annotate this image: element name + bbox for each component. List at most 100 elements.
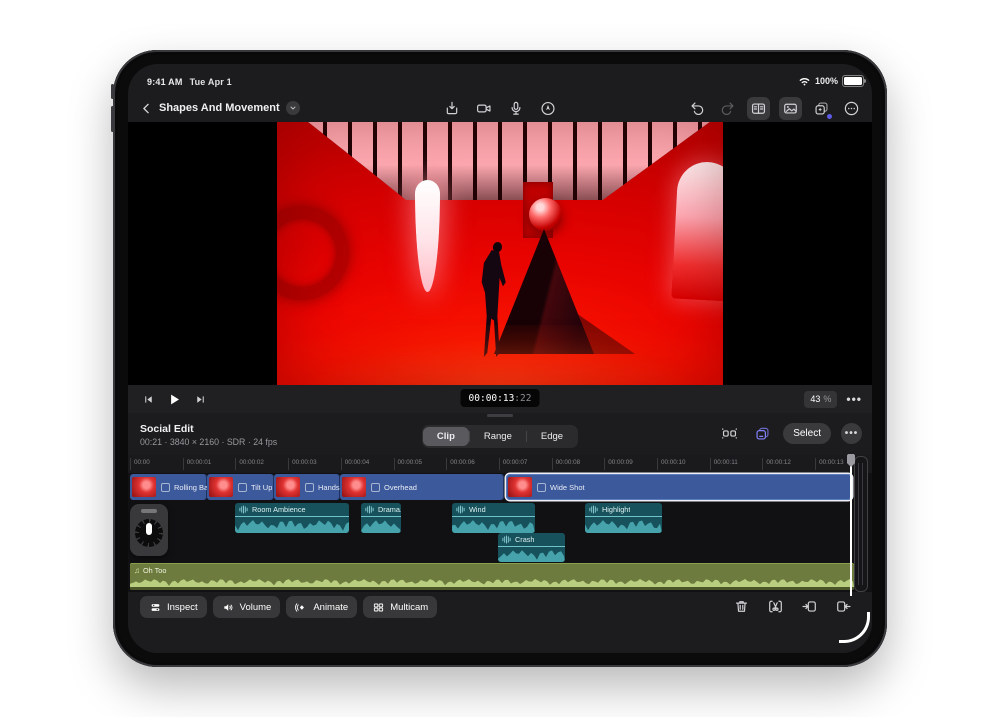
select-button[interactable]: Select	[783, 423, 831, 444]
multicam-button[interactable]: Multicam	[363, 596, 437, 618]
ruler-tick: 00:00:11	[710, 458, 711, 470]
screenshot-stage: 9:41 AMTue Apr 1 100% Shapes And Movemen…	[0, 0, 1000, 717]
video-clip-rolling-ball[interactable]: Rolling Ball	[130, 474, 207, 500]
project-right-controls: Select •••	[719, 423, 862, 444]
trash-icon[interactable]	[731, 596, 752, 617]
nav-left: Shapes And Movement	[140, 94, 300, 122]
ipad-device: 9:41 AMTue Apr 1 100% Shapes And Movemen…	[113, 50, 887, 667]
audio-wave-icon	[502, 535, 511, 544]
edit-mode-segmented-control: ClipRangeEdge	[422, 425, 578, 448]
back-chevron-icon[interactable]	[140, 102, 153, 115]
jog-wheel[interactable]	[130, 504, 168, 556]
viewer-area	[128, 122, 872, 385]
mic-icon[interactable]	[506, 98, 527, 119]
music-note-icon: ♫	[134, 566, 140, 575]
title-chevron-icon[interactable]	[286, 101, 300, 115]
ruler-tick: 00:00:12	[762, 458, 763, 470]
button-label: Multicam	[390, 602, 428, 613]
clip-name: Drama..	[378, 505, 401, 514]
nav-right-icons	[687, 94, 862, 122]
clip-badge-icon	[537, 483, 546, 492]
clip-name: Wind	[469, 505, 486, 514]
status-time: 9:41 AM	[147, 77, 183, 87]
insert-left-icon[interactable]	[799, 596, 820, 617]
music-clip[interactable]: ♫Oh Too	[130, 563, 854, 590]
jog-pointer	[146, 523, 152, 535]
timeline-project-specs: 00:21 · 3840 × 2160 · SDR · 24 fps	[140, 437, 277, 447]
audio-clip-highlight[interactable]: Highlight	[585, 503, 662, 533]
clip-name: Hands	[318, 483, 340, 492]
project-info-bar: Social Edit 00:21 · 3840 × 2160 · SDR · …	[128, 418, 872, 455]
battery-icon	[842, 75, 864, 87]
timecode-display[interactable]: 00:00:13:22	[461, 389, 540, 407]
notification-dot	[827, 114, 832, 119]
audio-clip-room-ambience[interactable]: Room Ambience	[235, 503, 349, 533]
audio-clip-crash[interactable]: Crash	[498, 533, 565, 562]
clip-badge-icon	[238, 483, 247, 492]
bottom-toolbar: Inspect VolumeAnimate Multicam	[128, 592, 872, 653]
ruler-tick: 00:00:01	[183, 458, 184, 470]
timeline-ruler[interactable]: 00:0000:00:0100:00:0200:00:0300:00:0400:…	[128, 455, 872, 474]
video-clip-wide-shot[interactable]: Wide Shot	[506, 474, 852, 500]
play-button[interactable]	[165, 390, 184, 409]
zoom-unit: %	[823, 394, 831, 404]
previous-frame-icon[interactable]	[140, 391, 157, 408]
project-title[interactable]: Shapes And Movement	[159, 102, 280, 114]
clip-thumbnail	[508, 477, 532, 497]
import-icon[interactable]	[442, 98, 463, 119]
magnetic-timeline-icon[interactable]	[719, 423, 740, 444]
clip-name: Room Ambience	[252, 505, 306, 514]
ruler-tick: 00:00:09	[604, 458, 605, 470]
corner-gesture-arc	[839, 612, 870, 643]
timeline-tracks: Rolling Ball Tilt Up HandsOverhead Wide Sho…	[128, 473, 872, 592]
video-clip-tilt-up[interactable]: Tilt Up	[207, 474, 274, 500]
blade-icon[interactable]	[765, 596, 786, 617]
clip-name: Tilt Up	[251, 483, 272, 492]
clip-name: Wide Shot	[550, 483, 585, 492]
transport-right: 43 % •••	[804, 385, 862, 413]
viewer-more-icon[interactable]: •••	[846, 395, 862, 403]
viewer-zoom-button[interactable]: 43 %	[804, 391, 837, 408]
playback-controls	[140, 385, 209, 413]
redo-icon[interactable]	[717, 98, 738, 119]
audio-clip-drama-[interactable]: Drama..	[361, 503, 401, 533]
panels-icon[interactable]	[747, 97, 770, 120]
ruler-tick: 00:00:04	[341, 458, 342, 470]
clip-badge-icon	[305, 483, 314, 492]
panel-drag-handle[interactable]	[487, 414, 513, 417]
video-clip-hands[interactable]: Hands	[274, 474, 340, 500]
ruler-tick: 00:00:05	[394, 458, 395, 470]
segment-clip[interactable]: Clip	[423, 427, 469, 446]
video-preview[interactable]	[277, 122, 723, 385]
animate-icon	[295, 601, 308, 614]
timeline-more-icon[interactable]: •••	[841, 423, 862, 444]
status-indicators: 100%	[798, 75, 864, 87]
music-clip-name: Oh Too	[143, 566, 166, 575]
more-icon[interactable]	[841, 98, 862, 119]
inspect-button[interactable]: Inspect	[140, 596, 207, 618]
media-icon[interactable]	[779, 97, 802, 120]
camera-icon[interactable]	[474, 98, 495, 119]
clip-name: Highlight	[602, 505, 630, 514]
segment-range[interactable]: Range	[470, 427, 526, 446]
video-clip-overhead[interactable]: Overhead	[340, 474, 504, 500]
clips-star-icon[interactable]	[811, 98, 832, 119]
edit-action-icons	[731, 596, 854, 617]
audio-clip-wind[interactable]: Wind	[452, 503, 535, 533]
next-frame-icon[interactable]	[192, 391, 209, 408]
timeline-height-slider[interactable]	[854, 456, 868, 592]
jog-handle[interactable]	[141, 509, 157, 513]
animate-button[interactable]: Animate	[286, 596, 357, 618]
tool-buttons: Inspect VolumeAnimate Multicam	[140, 596, 437, 618]
clip-thumbnail	[276, 477, 300, 497]
audio-wave-icon	[365, 505, 374, 514]
compass-icon[interactable]	[538, 98, 559, 119]
undo-icon[interactable]	[687, 98, 708, 119]
volume-button[interactable]: Volume	[213, 596, 281, 618]
transport-bar: 00:00:13:22 43 % •••	[128, 385, 872, 413]
volume-down-button	[111, 106, 114, 132]
volume-up-button	[111, 84, 114, 99]
connect-overlay-icon[interactable]	[752, 423, 773, 444]
timecode-frames: :22	[514, 393, 531, 404]
segment-edge[interactable]: Edge	[527, 427, 577, 446]
